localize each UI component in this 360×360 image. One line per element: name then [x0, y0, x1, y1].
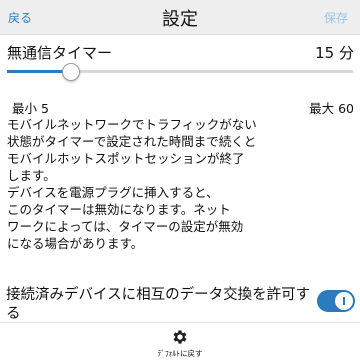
description-line: ワークによっては、タイマーの設定が無効 — [7, 219, 244, 234]
gear-icon — [173, 330, 187, 344]
header-bar: 戻る 設定 保存 — [0, 0, 360, 35]
timer-slider[interactable] — [7, 63, 353, 81]
reset-defaults-label: ﾃﾞﾌｫﾙﾄに戻す — [157, 349, 203, 358]
description-line: になる場合があります。 — [7, 236, 144, 251]
data-exchange-toggle[interactable] — [317, 290, 355, 312]
timer-label: 無通信タイマー — [7, 44, 113, 62]
description-line: デバイスを電源プラグに挿入すると、 — [7, 185, 219, 200]
toggle-knob — [335, 292, 353, 310]
data-exchange-label: 接続済みデバイスに相互のデータ交換を許可する — [6, 287, 311, 322]
slider-fill — [7, 70, 70, 73]
settings-screen: 戻る 設定 保存 無通信タイマー 15 分 最小 5 最大 60 モバイルネット… — [0, 0, 360, 360]
slider-max-label: 最大 60 — [309, 101, 354, 116]
timer-value: 15 分 — [315, 44, 354, 62]
toggle-on-mark — [343, 297, 345, 305]
slider-min-label: 最小 5 — [12, 101, 49, 116]
reset-defaults-button[interactable]: ﾃﾞﾌｫﾙﾄに戻す — [140, 327, 220, 359]
description-line: モバイルネットワークでトラフィックがない — [7, 117, 257, 132]
description-line: します。 — [7, 168, 56, 183]
save-button[interactable]: 保存 — [324, 9, 348, 26]
footer-bar: ﾃﾞﾌｫﾙﾄに戻す — [0, 322, 360, 360]
description-line: このタイマーは無効になります。ネット — [7, 202, 231, 217]
description-line: モバイルホットスポットセッションが終了 — [7, 151, 245, 166]
page-title: 設定 — [162, 9, 198, 30]
timer-description: モバイルネットワークでトラフィックがない 状態がタイマーで設定された時間まで続く… — [7, 116, 347, 252]
description-line: 状態がタイマーで設定された時間まで続くと — [7, 134, 257, 149]
slider-thumb[interactable] — [61, 63, 80, 81]
